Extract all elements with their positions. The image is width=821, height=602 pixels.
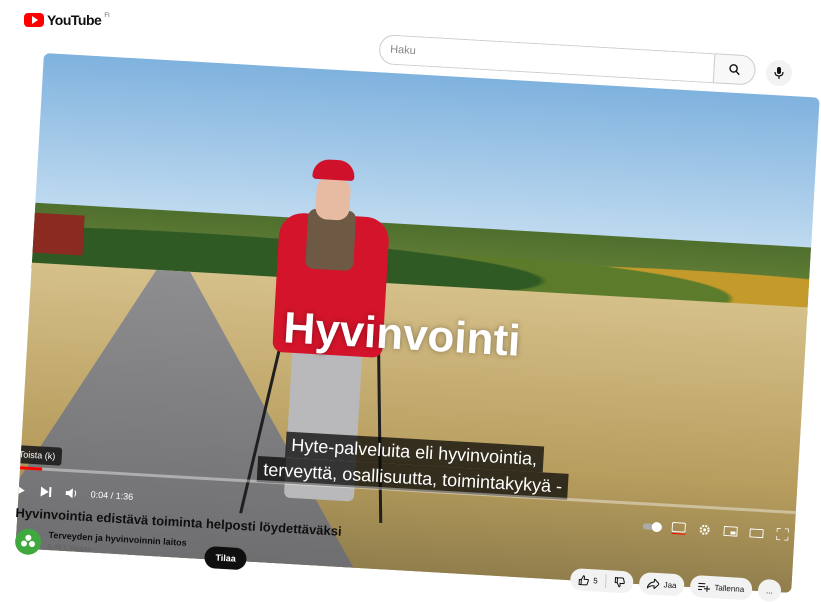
person-cap [312,158,356,182]
next-button[interactable] [32,480,59,503]
volume-button[interactable] [58,482,85,505]
channel-avatar[interactable] [14,527,42,556]
like-separator [605,574,608,589]
gear-icon [699,524,710,535]
more-label: ... [765,585,774,596]
fullscreen-icon [776,527,789,541]
thumbs-up-icon[interactable] [578,574,590,586]
autoplay-icon [642,522,663,533]
miniplayer-icon [723,525,738,537]
youtube-logo[interactable]: YouTube FI [24,12,110,28]
autoplay-toggle[interactable] [639,515,666,538]
more-actions-button[interactable]: ... [757,578,782,602]
settings-button[interactable] [691,518,718,541]
play-button[interactable] [15,479,33,502]
theater-icon [749,527,764,538]
share-button[interactable]: Jaa [639,571,686,597]
logo-region: FI [104,13,110,19]
subtitles-button[interactable] [665,517,692,540]
video-barn [32,212,85,256]
theater-mode-button[interactable] [743,521,770,544]
youtube-play-icon [24,13,44,27]
time-display: 0:04 / 1:36 [90,489,134,502]
subscriber-count: 5,45 t. tilaajaa [47,543,92,554]
play-icon [15,484,25,497]
fullscreen-button[interactable] [769,523,796,546]
subscribe-button[interactable]: Tilaa [203,545,248,571]
miniplayer-button[interactable] [717,520,744,543]
next-icon [39,486,52,498]
share-icon [647,578,660,590]
share-label: Jaa [663,579,677,590]
thumbs-down-icon[interactable] [614,576,626,588]
playlist-add-icon [698,582,711,592]
voice-search-button[interactable] [766,60,792,86]
subtitles-icon [671,522,686,535]
search-button[interactable] [712,53,757,86]
like-dislike-group: 5 [569,568,635,594]
logo-text: YouTube [47,12,102,28]
save-label: Tallenna [714,582,745,594]
youtube-watch-page: YouTube FI Haku Hyvinvointi Hyte-palvelu… [0,0,821,602]
play-tooltip: Toista (k) [15,444,62,466]
person-head [314,176,352,221]
channel-logo-icon [21,534,35,547]
like-count: 5 [593,575,599,586]
microphone-icon [774,67,784,79]
search-icon [729,64,740,76]
volume-icon [65,488,77,499]
